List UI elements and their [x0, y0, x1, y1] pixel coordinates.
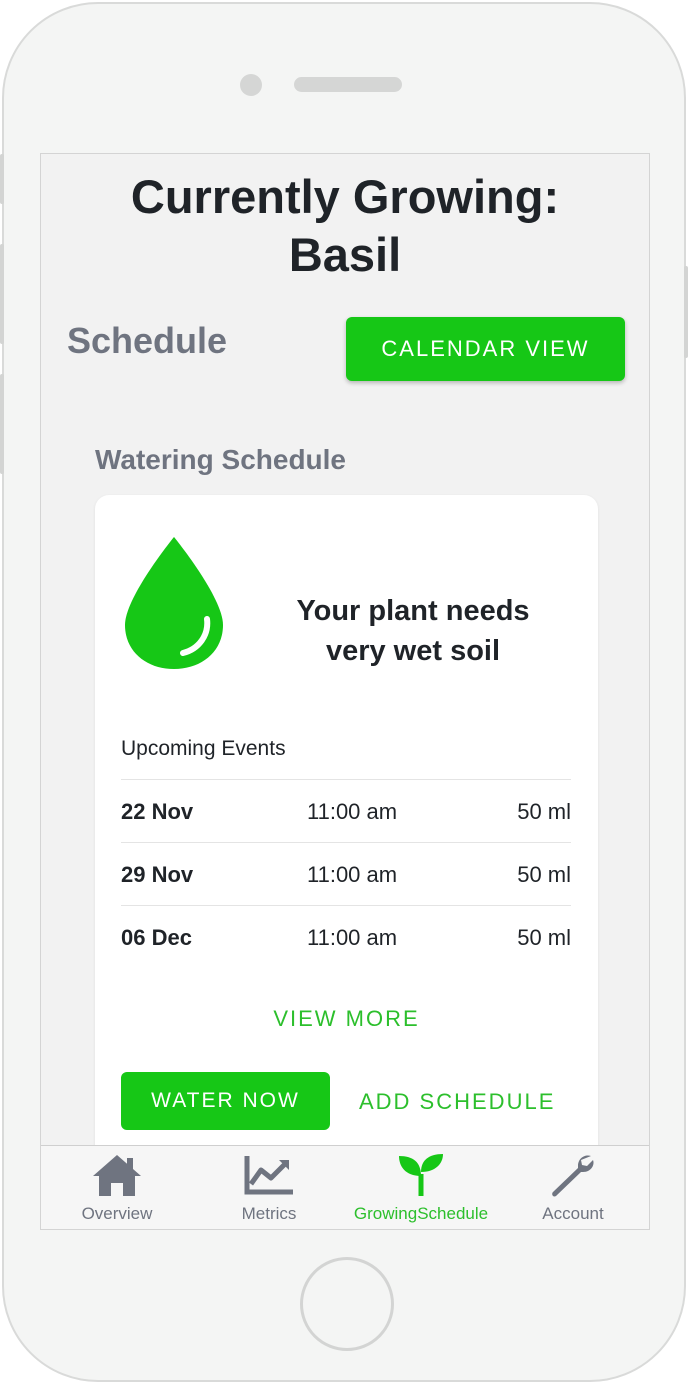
sprout-icon — [399, 1154, 443, 1196]
home-button[interactable] — [300, 1257, 394, 1351]
message-line-1: Your plant needs — [296, 595, 530, 627]
wrench-icon — [552, 1155, 594, 1197]
calendar-view-button[interactable]: CALENDAR VIEW — [346, 317, 625, 381]
add-schedule-button[interactable]: ADD SCHEDULE — [359, 1089, 555, 1115]
event-row: 22 Nov 11:00 am 50 ml — [121, 779, 571, 842]
page-title: Currently Growing: Basil — [41, 168, 649, 284]
tab-metrics[interactable]: Metrics — [193, 1146, 345, 1229]
upcoming-events-label: Upcoming Events — [121, 737, 286, 760]
watering-schedule-heading: Watering Schedule — [95, 444, 347, 475]
volume-up-button — [0, 244, 4, 344]
soil-requirement-message: Your plant needs very wet soil — [275, 591, 551, 671]
water-now-button[interactable]: WATER NOW — [121, 1072, 330, 1130]
watering-card: Your plant needs very wet soil Upcoming … — [95, 495, 598, 1229]
power-button — [684, 266, 688, 358]
tab-account[interactable]: Account — [497, 1146, 649, 1229]
event-row: 06 Dec 11:00 am 50 ml — [121, 905, 571, 968]
event-time: 11:00 am — [307, 925, 398, 950]
water-drop-icon — [125, 537, 223, 669]
tab-growing-schedule[interactable]: GrowingSchedule — [345, 1146, 497, 1229]
tab-label: Metrics — [241, 1204, 297, 1223]
events-list: 22 Nov 11:00 am 50 ml 29 Nov 11:00 am 50… — [121, 779, 571, 968]
volume-down-button — [0, 374, 4, 474]
home-icon — [93, 1155, 141, 1196]
event-amount: 50 ml — [517, 925, 571, 950]
event-time: 11:00 am — [307, 862, 398, 887]
app-screen: Currently Growing: Basil Schedule CALEND… — [40, 153, 650, 1230]
event-amount: 50 ml — [517, 862, 571, 887]
mute-switch — [0, 154, 4, 204]
tab-overview[interactable]: Overview — [41, 1146, 193, 1229]
event-amount: 50 ml — [517, 799, 571, 824]
tab-label: Overview — [81, 1204, 153, 1223]
schedule-heading: Schedule — [67, 320, 228, 361]
title-line-1: Currently Growing: — [130, 170, 560, 223]
title-line-2: Basil — [288, 228, 402, 281]
event-date: 29 Nov — [121, 862, 194, 887]
event-time: 11:00 am — [307, 799, 398, 824]
event-row: 29 Nov 11:00 am 50 ml — [121, 842, 571, 905]
chart-icon — [244, 1156, 293, 1195]
event-date: 06 Dec — [121, 925, 192, 950]
tab-label: Account — [542, 1204, 604, 1223]
message-line-2: very wet soil — [325, 635, 501, 667]
event-date: 22 Nov — [121, 799, 194, 824]
speaker-grille — [294, 77, 402, 92]
tab-label: GrowingSchedule — [353, 1204, 489, 1223]
bottom-tab-bar: Overview Metrics GrowingSchedule Account — [41, 1145, 649, 1229]
front-camera — [240, 74, 262, 96]
view-more-link[interactable]: VIEW MORE — [95, 1006, 598, 1032]
